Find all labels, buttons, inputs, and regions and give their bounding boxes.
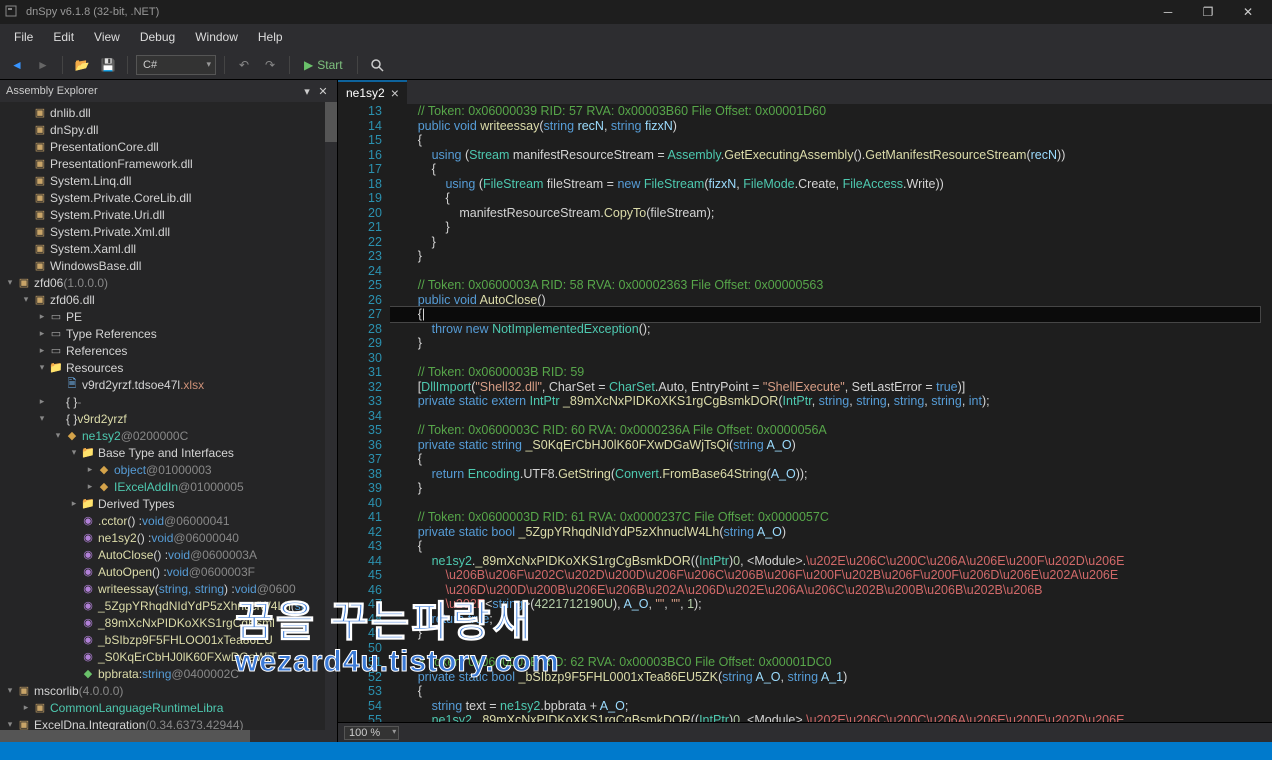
- zoom-bar: 100 %: [338, 722, 1272, 742]
- scroll-thumb[interactable]: [325, 102, 337, 142]
- app-icon: [4, 4, 20, 20]
- tree-node[interactable]: ◉AutoOpen() : void @0600003F: [0, 563, 337, 580]
- tree-node[interactable]: ▣System.Private.CoreLib.dll: [0, 189, 337, 206]
- line-gutter: 1314151617181920212223242526272829303132…: [338, 104, 390, 722]
- back-button[interactable]: ◄: [6, 54, 28, 76]
- undo-button[interactable]: ↶: [233, 54, 255, 76]
- tree-node[interactable]: ▸▭Type References: [0, 325, 337, 342]
- maximize-button[interactable]: ❐: [1188, 5, 1228, 19]
- tab-close-icon[interactable]: ×: [391, 88, 399, 98]
- tree-node[interactable]: ▾▣zfd06.dll: [0, 291, 337, 308]
- search-button[interactable]: [366, 54, 388, 76]
- play-icon: ▶: [304, 58, 313, 72]
- menu-file[interactable]: File: [4, 27, 43, 47]
- titlebar: dnSpy v6.1.8 (32-bit, .NET) ─ ❐ ✕: [0, 0, 1272, 24]
- editor-area: ne1sy2 × 1314151617181920212223242526272…: [338, 80, 1272, 742]
- menu-window[interactable]: Window: [185, 27, 248, 47]
- tree-node[interactable]: ▸{ } -: [0, 393, 337, 410]
- tree-node[interactable]: ▸▣CommonLanguageRuntimeLibra: [0, 699, 337, 716]
- panel-title: Assembly Explorer: [6, 85, 299, 97]
- tree-node[interactable]: ▸◆object @01000003: [0, 461, 337, 478]
- language-combo[interactable]: C#: [136, 55, 216, 75]
- menu-help[interactable]: Help: [248, 27, 293, 47]
- tree-node[interactable]: ▾▣mscorlib (4.0.0.0): [0, 682, 337, 699]
- close-button[interactable]: ✕: [1228, 5, 1268, 19]
- tree-node[interactable]: ▾{ } v9rd2yrzf: [0, 410, 337, 427]
- tree-node[interactable]: ◉.cctor() : void @06000041: [0, 512, 337, 529]
- tree-node[interactable]: 🗎v9rd2yrzf.tdsoe47l.xlsx: [0, 376, 337, 393]
- tree-node[interactable]: ◉writeessay(string, string) : void @0600: [0, 580, 337, 597]
- horizontal-scrollbar[interactable]: [0, 730, 337, 742]
- redo-button[interactable]: ↷: [259, 54, 281, 76]
- tree-node[interactable]: ▣PresentationFramework.dll: [0, 155, 337, 172]
- tree-node[interactable]: ▸📁Derived Types: [0, 495, 337, 512]
- window-title: dnSpy v6.1.8 (32-bit, .NET): [26, 6, 1148, 18]
- assembly-explorer-panel: Assembly Explorer ▾ ✕ ▣dnlib.dll▣dnSpy.d…: [0, 80, 338, 742]
- tree-node[interactable]: ▾▣zfd06 (1.0.0.0): [0, 274, 337, 291]
- tree-node[interactable]: ◉_89mXcNxPIDKoXKS1rgCgBsml: [0, 614, 337, 631]
- tree-node[interactable]: ▣dnSpy.dll: [0, 121, 337, 138]
- panel-close[interactable]: ✕: [315, 85, 331, 98]
- tree-node[interactable]: ◉_5ZgpYRhqdNIdYdP5zXhnuclW4Lh(str: [0, 597, 337, 614]
- scroll-thumb[interactable]: [0, 730, 250, 742]
- tree-node[interactable]: ▸▭PE: [0, 308, 337, 325]
- forward-button[interactable]: ►: [32, 54, 54, 76]
- save-button[interactable]: 💾: [97, 54, 119, 76]
- tree-node[interactable]: ◆bpbrata : string @0400002C: [0, 665, 337, 682]
- tree[interactable]: ▣dnlib.dll▣dnSpy.dll▣PresentationCore.dl…: [0, 102, 337, 730]
- panel-dropdown[interactable]: ▾: [299, 85, 315, 98]
- tab-label: ne1sy2: [346, 86, 385, 100]
- separator: [289, 56, 290, 74]
- tree-node[interactable]: ▾◆ne1sy2 @0200000C: [0, 427, 337, 444]
- tree-node[interactable]: ▣System.Xaml.dll: [0, 240, 337, 257]
- menu-edit[interactable]: Edit: [43, 27, 84, 47]
- tree-node[interactable]: ▣System.Private.Xml.dll: [0, 223, 337, 240]
- tree-node[interactable]: ◉AutoClose() : void @0600003A: [0, 546, 337, 563]
- minimize-button[interactable]: ─: [1148, 5, 1188, 19]
- tree-node[interactable]: ▾📁Resources: [0, 359, 337, 376]
- tree-node[interactable]: ▣dnlib.dll: [0, 104, 337, 121]
- code-content[interactable]: // Token: 0x06000039 RID: 57 RVA: 0x0000…: [390, 104, 1272, 722]
- tree-node[interactable]: ◉ne1sy2() : void @06000040: [0, 529, 337, 546]
- separator: [357, 56, 358, 74]
- editor-tabs: ne1sy2 ×: [338, 80, 1272, 104]
- tree-node[interactable]: ▣WindowsBase.dll: [0, 257, 337, 274]
- tree-node[interactable]: ▣PresentationCore.dll: [0, 138, 337, 155]
- code-editor[interactable]: 1314151617181920212223242526272829303132…: [338, 104, 1272, 722]
- statusbar: [0, 742, 1272, 760]
- menubar: FileEditViewDebugWindowHelp: [0, 24, 1272, 50]
- separator: [224, 56, 225, 74]
- search-icon: [370, 58, 384, 72]
- vertical-scrollbar[interactable]: [325, 102, 337, 730]
- panel-header: Assembly Explorer ▾ ✕: [0, 80, 337, 102]
- tree-node[interactable]: ◉_S0KqErCbHJ0lK60FXwDGaWjT: [0, 648, 337, 665]
- zoom-combo[interactable]: 100 %: [344, 726, 399, 740]
- tree-node[interactable]: ▣System.Linq.dll: [0, 172, 337, 189]
- tab-ne1sy2[interactable]: ne1sy2 ×: [338, 80, 407, 104]
- tree-node[interactable]: ▾📁Base Type and Interfaces: [0, 444, 337, 461]
- menu-view[interactable]: View: [84, 27, 130, 47]
- tree-node[interactable]: ▸◆IExcelAddIn @01000005: [0, 478, 337, 495]
- start-button[interactable]: ▶ Start: [298, 56, 349, 74]
- separator: [62, 56, 63, 74]
- toolbar: ◄ ► 📂 💾 C# ↶ ↷ ▶ Start: [0, 50, 1272, 80]
- menu-debug[interactable]: Debug: [130, 27, 185, 47]
- tree-node[interactable]: ▾▣ExcelDna.Integration (0.34.6373.42944): [0, 716, 337, 730]
- open-button[interactable]: 📂: [71, 54, 93, 76]
- separator: [127, 56, 128, 74]
- tree-node[interactable]: ◉_bSIbzp9F5FHLOO01xTea86EU: [0, 631, 337, 648]
- tree-node[interactable]: ▸▭References: [0, 342, 337, 359]
- tree-node[interactable]: ▣System.Private.Uri.dll: [0, 206, 337, 223]
